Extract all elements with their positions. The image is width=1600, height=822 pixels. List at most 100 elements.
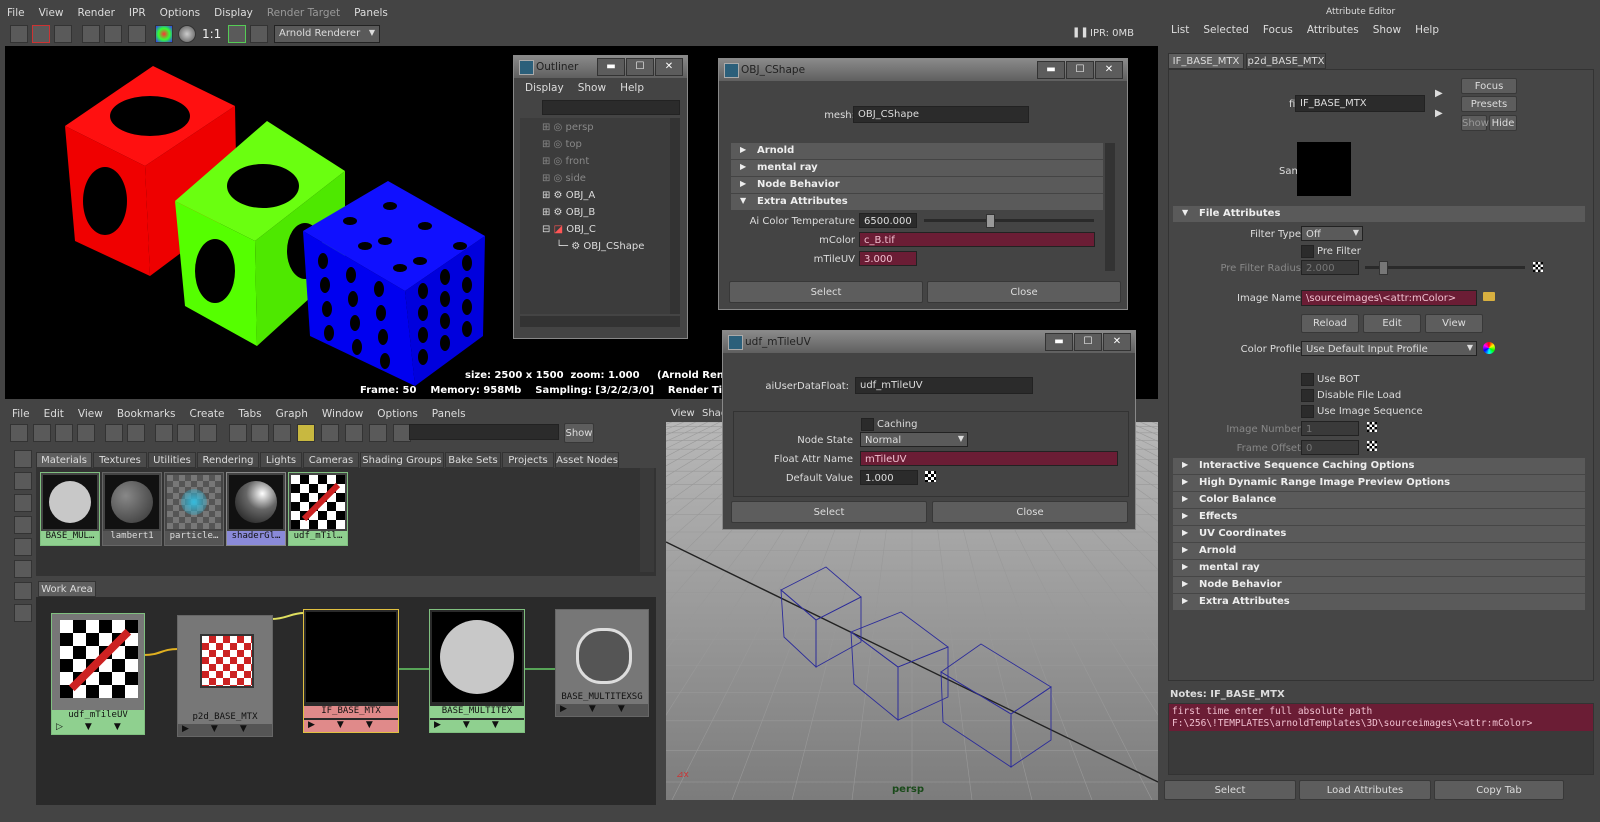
menu-render[interactable]: Render: [78, 7, 115, 19]
graph-lights-icon[interactable]: [345, 424, 363, 442]
tab-textures[interactable]: Textures: [93, 452, 147, 468]
minimize-icon[interactable]: ▬: [1037, 61, 1065, 79]
create-icon[interactable]: [14, 538, 32, 556]
output-connections-icon[interactable]: ▶: [1435, 108, 1443, 119]
ae-section-mental-ray[interactable]: ▶ mental ray: [1173, 560, 1585, 576]
ae-menu-help[interactable]: Help: [1415, 24, 1439, 36]
node-if-base-mtx[interactable]: IF_BASE_MTX ▶ ▼ ▼: [303, 609, 399, 733]
create-icon[interactable]: [14, 472, 32, 490]
ae-hide-button[interactable]: Hide: [1489, 115, 1517, 131]
pause-icon[interactable]: ❚❚: [1072, 27, 1089, 38]
minimize-icon[interactable]: ▬: [597, 58, 625, 76]
node-base-multitexsg[interactable]: BASE_MULTITEXSG ▶ ▼ ▼: [555, 609, 649, 717]
layout-bottom-icon[interactable]: [55, 424, 73, 442]
tab-work-area[interactable]: Work Area: [38, 581, 96, 597]
ae-section-file-attributes[interactable]: ▼ File Attributes: [1173, 206, 1585, 222]
image-number-field[interactable]: 1: [1301, 421, 1359, 436]
graph-materials-icon[interactable]: [297, 424, 315, 442]
outliner-item-front[interactable]: ⊞ ◎ front: [542, 156, 589, 167]
keep-image-icon[interactable]: [228, 25, 246, 43]
hs-menu-graph[interactable]: Graph: [276, 408, 308, 420]
outliner-item-top[interactable]: ⊞ ◎ top: [542, 139, 582, 150]
hs-menu-create[interactable]: Create: [190, 408, 225, 420]
ae-section-arnold[interactable]: ▶ Arnold: [1173, 543, 1585, 559]
hs-menu-view[interactable]: View: [78, 408, 103, 420]
ae-copy-tab-button[interactable]: Copy Tab: [1434, 780, 1564, 800]
node-udf-mtileuv[interactable]: udf_mTileUV ▷ ▼ ▼: [51, 613, 145, 735]
layout-top-icon[interactable]: [33, 424, 51, 442]
menu-ipr[interactable]: IPR: [129, 7, 146, 19]
folder-icon[interactable]: [1483, 292, 1495, 301]
map-button-icon[interactable]: [925, 471, 936, 482]
ae-section-interactive-sequence[interactable]: ▶ Interactive Sequence Caching Options: [1173, 458, 1585, 474]
map-button-icon[interactable]: [1533, 262, 1543, 272]
layout-both-icon[interactable]: [77, 424, 95, 442]
ae-menu-list[interactable]: List: [1171, 24, 1189, 36]
pre-filter-radius-field[interactable]: 2.000: [1301, 260, 1359, 275]
hs-menu-edit[interactable]: Edit: [44, 408, 64, 420]
tab-cameras[interactable]: Cameras: [303, 452, 359, 468]
hs-menu-tabs[interactable]: Tabs: [238, 408, 261, 420]
ae-section-extra-attributes[interactable]: ▶ Extra Attributes: [1173, 594, 1585, 610]
mesh-field[interactable]: OBJ_CShape: [853, 106, 1029, 123]
node-state-dropdown[interactable]: Normal ▼: [860, 432, 968, 447]
notes-field[interactable]: first time enter full absolute path F:\2…: [1168, 703, 1594, 775]
create-icon[interactable]: [14, 604, 32, 622]
close-icon[interactable]: ✕: [1095, 61, 1123, 79]
section-extra-attributes[interactable]: ▼ Extra Attributes: [731, 194, 1103, 210]
edit-button[interactable]: Edit: [1363, 314, 1421, 333]
node-ports[interactable]: ▶ ▼ ▼: [430, 720, 524, 732]
ae-section-hdr-preview[interactable]: ▶ High Dynamic Range Image Preview Option…: [1173, 475, 1585, 491]
slider-handle[interactable]: [1379, 261, 1388, 275]
tab-lights[interactable]: Lights: [260, 452, 302, 468]
alpha-channel-icon[interactable]: [178, 25, 196, 43]
create-icon[interactable]: [14, 516, 32, 534]
tab-rendering[interactable]: Rendering: [197, 452, 259, 468]
use-bot-checkbox[interactable]: [1301, 373, 1314, 386]
graph-nodes-icon[interactable]: [127, 424, 145, 442]
graph-textures-icon[interactable]: [321, 424, 339, 442]
create-icon[interactable]: [14, 560, 32, 578]
pre-filter-radius-slider[interactable]: [1365, 261, 1525, 275]
swatch-particle-cloud[interactable]: particle…: [164, 472, 224, 546]
frame-offset-field[interactable]: 0: [1301, 440, 1359, 455]
render-region-icon[interactable]: [32, 25, 50, 43]
ae-load-attributes-button[interactable]: Load Attributes: [1299, 780, 1431, 800]
output-connections-icon[interactable]: [273, 424, 291, 442]
node-base-multitex[interactable]: BASE_MULTITEX ▶ ▼ ▼: [429, 609, 525, 733]
section-arnold[interactable]: ▶ Arnold: [731, 143, 1103, 159]
renderer-dropdown[interactable]: Arnold Renderer ▼: [274, 25, 380, 43]
maximize-icon[interactable]: ☐: [1066, 61, 1094, 79]
map-button-icon[interactable]: [1367, 441, 1377, 451]
swatch-scrollbar[interactable]: [640, 468, 654, 572]
use-image-sequence-checkbox[interactable]: [1301, 405, 1314, 418]
tab-bake-sets[interactable]: Bake Sets: [445, 452, 501, 468]
color-wheel-icon[interactable]: [1483, 342, 1495, 354]
node-p2d-base-mtx[interactable]: p2d_BASE_MTX ▶ ▼ ▼: [177, 615, 273, 737]
udf-select-button[interactable]: Select: [731, 501, 927, 523]
outliner-item-obj-cshape[interactable]: └─ ⚙ OBJ_CShape: [556, 241, 644, 252]
tab-utilities[interactable]: Utilities: [148, 452, 196, 468]
ae-section-uv-coordinates[interactable]: ▶ UV Coordinates: [1173, 526, 1585, 542]
io-connections-icon[interactable]: [251, 424, 269, 442]
ae-section-node-behavior[interactable]: ▶ Node Behavior: [1173, 577, 1585, 593]
color-temp-slider[interactable]: [924, 214, 1094, 228]
swatch-shader-glow[interactable]: shaderGl…: [226, 472, 286, 546]
outliner-item-side[interactable]: ⊞ ◎ side: [542, 173, 586, 184]
ae-presets-button[interactable]: Presets: [1461, 96, 1517, 112]
tab-shading-groups[interactable]: Shading Groups: [360, 452, 444, 468]
ae-menu-show[interactable]: Show: [1373, 24, 1401, 36]
udf-close-button[interactable]: Close: [932, 501, 1128, 523]
ae-show-button[interactable]: Show: [1461, 115, 1489, 131]
filter-type-dropdown[interactable]: Off ▼: [1301, 226, 1363, 241]
node-ports[interactable]: ▷ ▼ ▼: [52, 722, 144, 734]
tab-materials[interactable]: Materials: [36, 452, 92, 468]
menu-view[interactable]: View: [39, 7, 64, 19]
ae-section-effects[interactable]: ▶ Effects: [1173, 509, 1585, 525]
clear-graph-icon[interactable]: [199, 424, 217, 442]
node-ports[interactable]: ▶ ▼ ▼: [178, 724, 272, 736]
maximize-icon[interactable]: ☐: [1074, 333, 1102, 351]
caching-checkbox[interactable]: [861, 418, 874, 431]
outliner-menu-display[interactable]: Display: [525, 82, 564, 94]
toggle-panel-icon[interactable]: [10, 424, 28, 442]
